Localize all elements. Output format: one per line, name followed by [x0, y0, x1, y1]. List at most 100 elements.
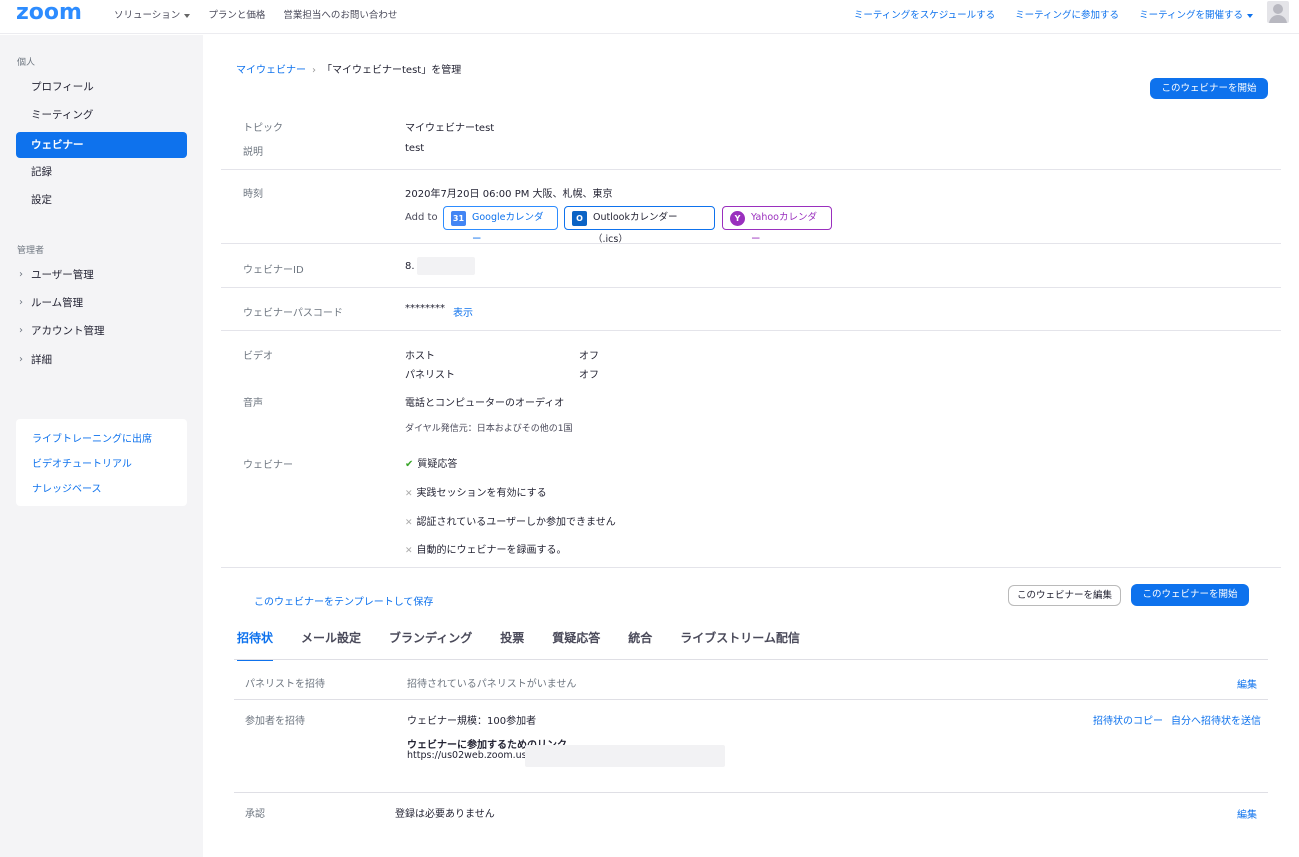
divider	[221, 330, 1281, 331]
add-to-label: Add to	[405, 212, 438, 223]
breadcrumb-my-webinars[interactable]: マイウェビナー	[236, 65, 306, 76]
avatar-head	[1273, 4, 1283, 14]
x-icon: ✕	[405, 489, 413, 499]
passcode-value: ********	[405, 303, 445, 314]
start-webinar-button-bottom[interactable]: このウェビナーを開始	[1131, 584, 1249, 606]
x-icon: ✕	[405, 518, 413, 528]
save-as-template-link[interactable]: このウェビナーをテンプレートして保存	[254, 593, 433, 608]
invite-panelists-label: パネリストを招待	[245, 679, 325, 690]
sidebar-item-user-management[interactable]: › ユーザー管理	[16, 262, 187, 288]
chevron-right-icon: ›	[19, 325, 23, 336]
tab-invitations[interactable]: 招待状	[237, 629, 274, 661]
copy-invitation-link[interactable]: 招待状のコピー	[1093, 712, 1163, 727]
avatar[interactable]	[1267, 1, 1289, 23]
sidebar-item-webinars[interactable]: ウェビナー	[16, 132, 187, 158]
topic-label: トピック	[243, 123, 283, 134]
audio-label: 音声	[243, 398, 263, 409]
nav-left: ソリューション プランと価格 営業担当へのお問い合わせ	[114, 7, 397, 21]
show-passcode-link[interactable]: 表示	[453, 304, 473, 319]
edit-webinar-button[interactable]: このウェビナーを編集	[1008, 585, 1121, 606]
host-video-value: オフ	[579, 351, 599, 362]
send-invitation-link[interactable]: 自分へ招待状を送信	[1171, 712, 1261, 727]
tab-qa[interactable]: 質疑応答	[552, 629, 600, 661]
sidebar-item-settings[interactable]: 設定	[16, 187, 187, 213]
link-knowledge-base[interactable]: ナレッジベース	[32, 477, 171, 502]
option-authenticated-only: ✕ 認証されているユーザーしか参加できません	[405, 517, 616, 528]
tab-branding[interactable]: ブランディング	[389, 629, 472, 661]
outlook-icon: O	[572, 211, 587, 226]
sidebar-item-advanced[interactable]: › 詳細	[16, 347, 187, 373]
audio-value: 電話とコンピューターのオーディオ	[405, 398, 565, 409]
sidebar-item-meetings[interactable]: ミーティング	[16, 102, 187, 128]
dial-in-value: ダイヤル発信元：日本およびその他の1国	[405, 424, 573, 434]
tab-polls[interactable]: 投票	[500, 629, 524, 661]
start-webinar-button-top[interactable]: このウェビナーを開始	[1150, 78, 1268, 99]
nav-contact-sales[interactable]: 営業担当へのお問い合わせ	[283, 7, 397, 21]
passcode-label: ウェビナーパスコード	[243, 308, 343, 319]
caret-down-icon	[184, 13, 191, 18]
caret-down-icon	[1247, 13, 1253, 18]
nav-schedule-meeting[interactable]: ミーティングをスケジュールする	[854, 7, 995, 21]
description-label: 説明	[243, 147, 263, 158]
chevron-right-icon: ›	[19, 297, 23, 308]
sidebar-item-recordings[interactable]: 記録	[16, 159, 187, 185]
option-auto-record: ✕ 自動的にウェビナーを録画する。	[405, 545, 567, 556]
tab-underline	[234, 659, 1268, 660]
webinar-id-value: 8.	[405, 261, 415, 272]
x-icon: ✕	[405, 546, 413, 556]
invite-attendees-label: 参加者を招待	[245, 716, 305, 727]
divider	[221, 169, 1281, 170]
description-value: test	[405, 143, 425, 154]
nav-plans[interactable]: プランと価格	[208, 7, 265, 21]
edit-panelists-link[interactable]: 編集	[1237, 676, 1257, 691]
yahoo-calendar-button[interactable]: Y Yahooカレンダー	[722, 206, 832, 245]
divider	[234, 699, 1268, 700]
top-navigation: zoom ソリューション プランと価格 営業担当へのお問い合わせ ミーティングを…	[0, 0, 1299, 34]
check-icon: ✔	[405, 459, 414, 470]
video-label: ビデオ	[243, 351, 273, 362]
chevron-right-icon: ›	[19, 354, 23, 365]
time-value: 2020年7月20日 06:00 PM 大阪、札幌、東京	[405, 189, 613, 200]
webinar-capacity: ウェビナー規模：100参加者	[407, 716, 537, 727]
tab-email-settings[interactable]: メール設定	[301, 629, 361, 661]
link-video-tutorials[interactable]: ビデオチュートリアル	[32, 452, 171, 477]
nav-solutions[interactable]: ソリューション	[114, 7, 191, 21]
webinar-id-label: ウェビナーID	[243, 265, 304, 276]
main-content: マイウェビナー › 「マイウェビナーtest」を管理 このウェビナーを開始 トピック…	[203, 35, 1299, 857]
sidebar-item-profile[interactable]: プロフィール	[16, 74, 187, 100]
tabs: 招待状 メール設定 ブランディング 投票 質疑応答 統合 ライブストリーム配信	[237, 629, 800, 661]
google-calendar-button[interactable]: 31 Googleカレンダー	[443, 206, 558, 245]
panelist-video-value: オフ	[579, 370, 599, 381]
divider	[221, 243, 1281, 244]
outlook-calendar-button[interactable]: O Outlookカレンダー（.ics）	[564, 206, 715, 245]
nav-host-meeting[interactable]: ミーティングを開催する	[1139, 7, 1253, 21]
sidebar-heading-personal: 個人	[17, 58, 36, 68]
sidebar-item-room-management[interactable]: › ルーム管理	[16, 290, 187, 316]
sidebar-heading-admin: 管理者	[17, 246, 45, 256]
chevron-right-icon: ›	[19, 269, 23, 280]
nav-right: ミーティングをスケジュールする ミーティングに参加する ミーティングを開催する	[854, 7, 1253, 21]
time-label: 時刻	[243, 189, 263, 200]
invite-panelists-value: 招待されているパネリストがいません	[407, 679, 577, 690]
nav-join-meeting[interactable]: ミーティングに参加する	[1015, 7, 1119, 21]
webinar-options-label: ウェビナー	[243, 460, 293, 471]
option-qa: ✔ 質疑応答	[405, 459, 458, 470]
sidebar: 個人 プロフィール ミーティング ウェビナー 記録 設定 管理者 › ユーザー管理…	[0, 35, 203, 857]
breadcrumb-current: 「マイウェビナーtest」を管理	[322, 65, 462, 76]
divider	[234, 792, 1268, 793]
approval-label: 承認	[245, 809, 265, 820]
link-live-training[interactable]: ライブトレーニングに出席	[32, 427, 171, 452]
divider	[221, 287, 1281, 288]
host-video-label: ホスト	[405, 351, 435, 362]
breadcrumb-separator: ›	[312, 65, 316, 76]
tab-live-streaming[interactable]: ライブストリーム配信	[680, 629, 800, 661]
approval-value: 登録は必要ありません	[395, 809, 495, 820]
edit-approval-link[interactable]: 編集	[1237, 806, 1257, 821]
redacted-area	[417, 257, 475, 275]
join-link-url[interactable]: https://us02web.zoom.us/j/	[407, 750, 536, 761]
zoom-logo[interactable]: zoom	[16, 0, 82, 25]
google-calendar-icon: 31	[451, 211, 466, 226]
sidebar-item-account-management[interactable]: › アカウント管理	[16, 318, 187, 344]
breadcrumb: マイウェビナー › 「マイウェビナーtest」を管理	[236, 61, 461, 76]
tab-integration[interactable]: 統合	[628, 629, 652, 661]
